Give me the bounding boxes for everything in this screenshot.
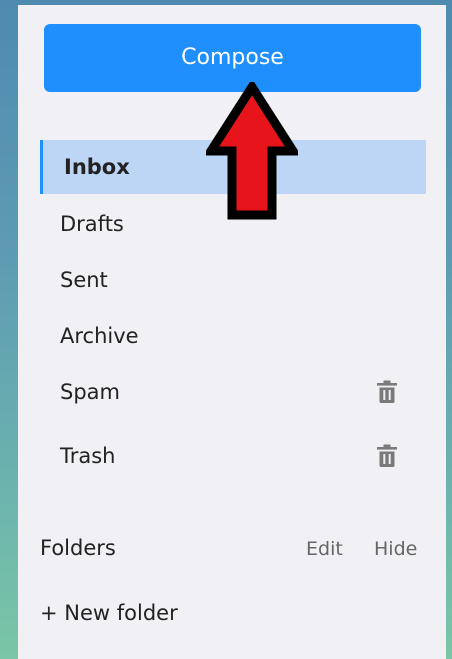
folders-edit-link[interactable]: Edit [306,538,343,560]
trash-icon [377,444,397,467]
sidebar-item-label: Spam [60,380,120,404]
sidebar-item-spam[interactable]: Spam [40,365,426,419]
sidebar-item-drafts[interactable]: Drafts [40,197,426,251]
sidebar-item-sent[interactable]: Sent [40,253,426,307]
new-folder-button[interactable]: + New folder [40,601,178,625]
sidebar-item-label: Inbox [64,155,130,179]
sidebar-item-label: Drafts [60,212,124,236]
folders-hide-link[interactable]: Hide [374,538,417,560]
folders-heading: Folders [40,536,116,560]
trash-icon [377,380,397,403]
sidebar-item-inbox[interactable]: Inbox [40,140,426,194]
sidebar-item-label: Sent [60,268,108,292]
compose-button[interactable]: Compose [44,24,421,92]
sidebar-item-label: Trash [60,444,116,468]
sidebar-item-archive[interactable]: Archive [40,309,426,363]
empty-spam-button[interactable] [374,379,400,405]
mail-sidebar: Compose Inbox Drafts Sent Archive Spam T… [18,5,446,659]
sidebar-item-trash[interactable]: Trash [40,429,426,483]
empty-trash-button[interactable] [374,443,400,469]
sidebar-item-label: Archive [60,324,139,348]
